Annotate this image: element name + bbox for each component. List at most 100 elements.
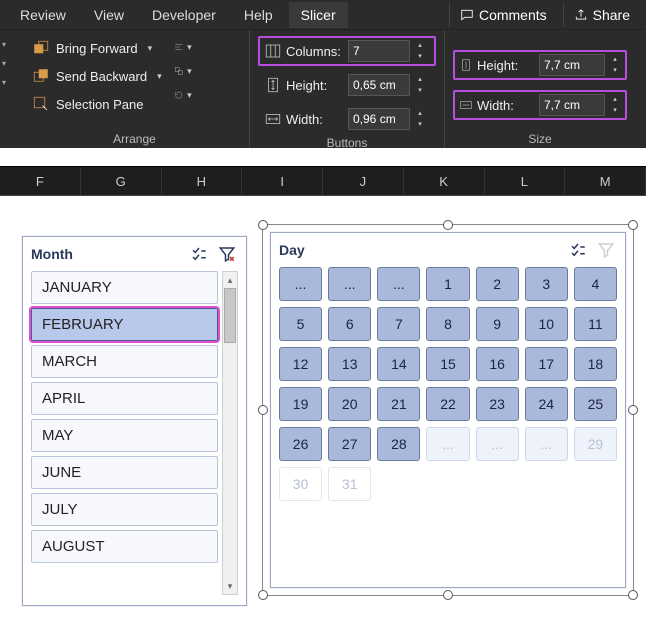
resize-handle[interactable] xyxy=(258,220,268,230)
resize-handle[interactable] xyxy=(443,590,453,600)
rotate-button[interactable]: ▾ xyxy=(174,86,192,104)
resize-handle[interactable] xyxy=(443,220,453,230)
resize-handle[interactable] xyxy=(258,590,268,600)
day-cell[interactable]: 22 xyxy=(426,387,469,421)
col-header[interactable]: H xyxy=(162,167,243,195)
day-cell[interactable]: 26 xyxy=(279,427,322,461)
tab-help[interactable]: Help xyxy=(232,2,285,28)
day-cell[interactable]: 10 xyxy=(525,307,568,341)
day-cell[interactable]: 31 xyxy=(328,467,371,501)
tab-slicer[interactable]: Slicer xyxy=(289,2,348,28)
chevron-down-icon[interactable]: ▾ xyxy=(153,71,162,82)
day-slicer[interactable]: Day .........123456789101112131415161718… xyxy=(270,232,626,588)
gallery-scroll-down[interactable]: ▾ xyxy=(2,59,12,68)
day-cell[interactable]: 23 xyxy=(476,387,519,421)
size-height-spinner[interactable]: ▴▾ xyxy=(609,54,621,76)
tab-view[interactable]: View xyxy=(82,2,136,28)
day-cell[interactable]: 8 xyxy=(426,307,469,341)
scroll-thumb[interactable] xyxy=(224,288,236,343)
button-width-input[interactable] xyxy=(348,108,410,130)
col-header[interactable]: J xyxy=(323,167,404,195)
day-cell[interactable]: 28 xyxy=(377,427,420,461)
day-cell[interactable]: 11 xyxy=(574,307,617,341)
selection-pane-button[interactable]: Selection Pane xyxy=(28,92,166,116)
day-cell[interactable]: ... xyxy=(328,267,371,301)
gallery-scroll-up[interactable]: ▾ xyxy=(2,40,12,49)
size-height-input[interactable] xyxy=(539,54,605,76)
gallery-more[interactable]: ▾ xyxy=(2,78,12,87)
group-button[interactable]: ▾ xyxy=(174,62,192,80)
align-button[interactable]: ▾ xyxy=(174,38,192,56)
day-cell[interactable]: 20 xyxy=(328,387,371,421)
day-cell[interactable]: 4 xyxy=(574,267,617,301)
resize-handle[interactable] xyxy=(258,405,268,415)
day-cell[interactable]: 15 xyxy=(426,347,469,381)
spreadsheet-area[interactable]: Month JANUARYFEBRUARYMARCHAPRILMAYJUNEJU… xyxy=(0,196,646,642)
clear-filter-icon[interactable] xyxy=(216,243,238,265)
scroll-down-icon[interactable]: ▾ xyxy=(223,578,237,594)
button-height-input[interactable] xyxy=(348,74,410,96)
month-item[interactable]: JULY xyxy=(31,493,218,526)
col-header[interactable]: G xyxy=(81,167,162,195)
columns-spinner[interactable]: ▴▾ xyxy=(414,40,426,62)
month-slicer[interactable]: Month JANUARYFEBRUARYMARCHAPRILMAYJUNEJU… xyxy=(22,236,247,606)
day-cell[interactable]: 25 xyxy=(574,387,617,421)
month-item[interactable]: MARCH xyxy=(31,345,218,378)
tab-review[interactable]: Review xyxy=(8,2,78,28)
clear-filter-icon[interactable] xyxy=(595,239,617,261)
day-cell[interactable]: 18 xyxy=(574,347,617,381)
day-cell[interactable]: 21 xyxy=(377,387,420,421)
size-width-input[interactable] xyxy=(539,94,605,116)
day-cell[interactable]: 17 xyxy=(525,347,568,381)
day-cell[interactable]: 13 xyxy=(328,347,371,381)
send-backward-button[interactable]: Send Backward ▾ xyxy=(28,64,166,88)
chevron-down-icon[interactable]: ▾ xyxy=(144,43,153,54)
comments-button[interactable]: Comments xyxy=(449,3,557,27)
day-cell[interactable]: 12 xyxy=(279,347,322,381)
share-button[interactable]: Share xyxy=(563,3,640,27)
col-header[interactable]: I xyxy=(242,167,323,195)
day-cell[interactable]: ... xyxy=(377,267,420,301)
day-cell[interactable]: 30 xyxy=(279,467,322,501)
bring-forward-button[interactable]: Bring Forward ▾ xyxy=(28,36,166,60)
button-height-spinner[interactable]: ▴▾ xyxy=(414,74,426,96)
day-cell[interactable]: 1 xyxy=(426,267,469,301)
day-cell[interactable]: 16 xyxy=(476,347,519,381)
button-width-spinner[interactable]: ▴▾ xyxy=(414,108,426,130)
day-cell[interactable]: 5 xyxy=(279,307,322,341)
tab-developer[interactable]: Developer xyxy=(140,2,228,28)
col-header[interactable]: M xyxy=(565,167,646,195)
day-cell[interactable]: 27 xyxy=(328,427,371,461)
month-item[interactable]: JANUARY xyxy=(31,271,218,304)
resize-handle[interactable] xyxy=(628,405,638,415)
col-header[interactable]: L xyxy=(485,167,566,195)
size-width-spinner[interactable]: ▴▾ xyxy=(609,94,621,116)
columns-input[interactable] xyxy=(348,40,410,62)
resize-handle[interactable] xyxy=(628,590,638,600)
day-cell[interactable]: 29 xyxy=(574,427,617,461)
day-cell[interactable]: 19 xyxy=(279,387,322,421)
month-item[interactable]: APRIL xyxy=(31,382,218,415)
day-cell[interactable]: ... xyxy=(476,427,519,461)
day-cell[interactable]: 9 xyxy=(476,307,519,341)
multi-select-icon[interactable] xyxy=(567,239,589,261)
col-header[interactable]: K xyxy=(404,167,485,195)
day-cell[interactable]: 2 xyxy=(476,267,519,301)
resize-handle[interactable] xyxy=(628,220,638,230)
multi-select-icon[interactable] xyxy=(188,243,210,265)
day-cell[interactable]: 6 xyxy=(328,307,371,341)
day-cell[interactable]: 3 xyxy=(525,267,568,301)
month-item[interactable]: AUGUST xyxy=(31,530,218,563)
month-scrollbar[interactable]: ▴ ▾ xyxy=(222,271,238,595)
day-cell[interactable]: 14 xyxy=(377,347,420,381)
month-item[interactable]: MAY xyxy=(31,419,218,452)
day-cell[interactable]: ... xyxy=(426,427,469,461)
month-item[interactable]: JUNE xyxy=(31,456,218,489)
col-header[interactable]: F xyxy=(0,167,81,195)
day-cell[interactable]: 7 xyxy=(377,307,420,341)
day-cell[interactable]: 24 xyxy=(525,387,568,421)
month-item[interactable]: FEBRUARY xyxy=(31,308,218,341)
day-cell[interactable]: ... xyxy=(279,267,322,301)
day-cell[interactable]: ... xyxy=(525,427,568,461)
scroll-up-icon[interactable]: ▴ xyxy=(223,272,237,288)
